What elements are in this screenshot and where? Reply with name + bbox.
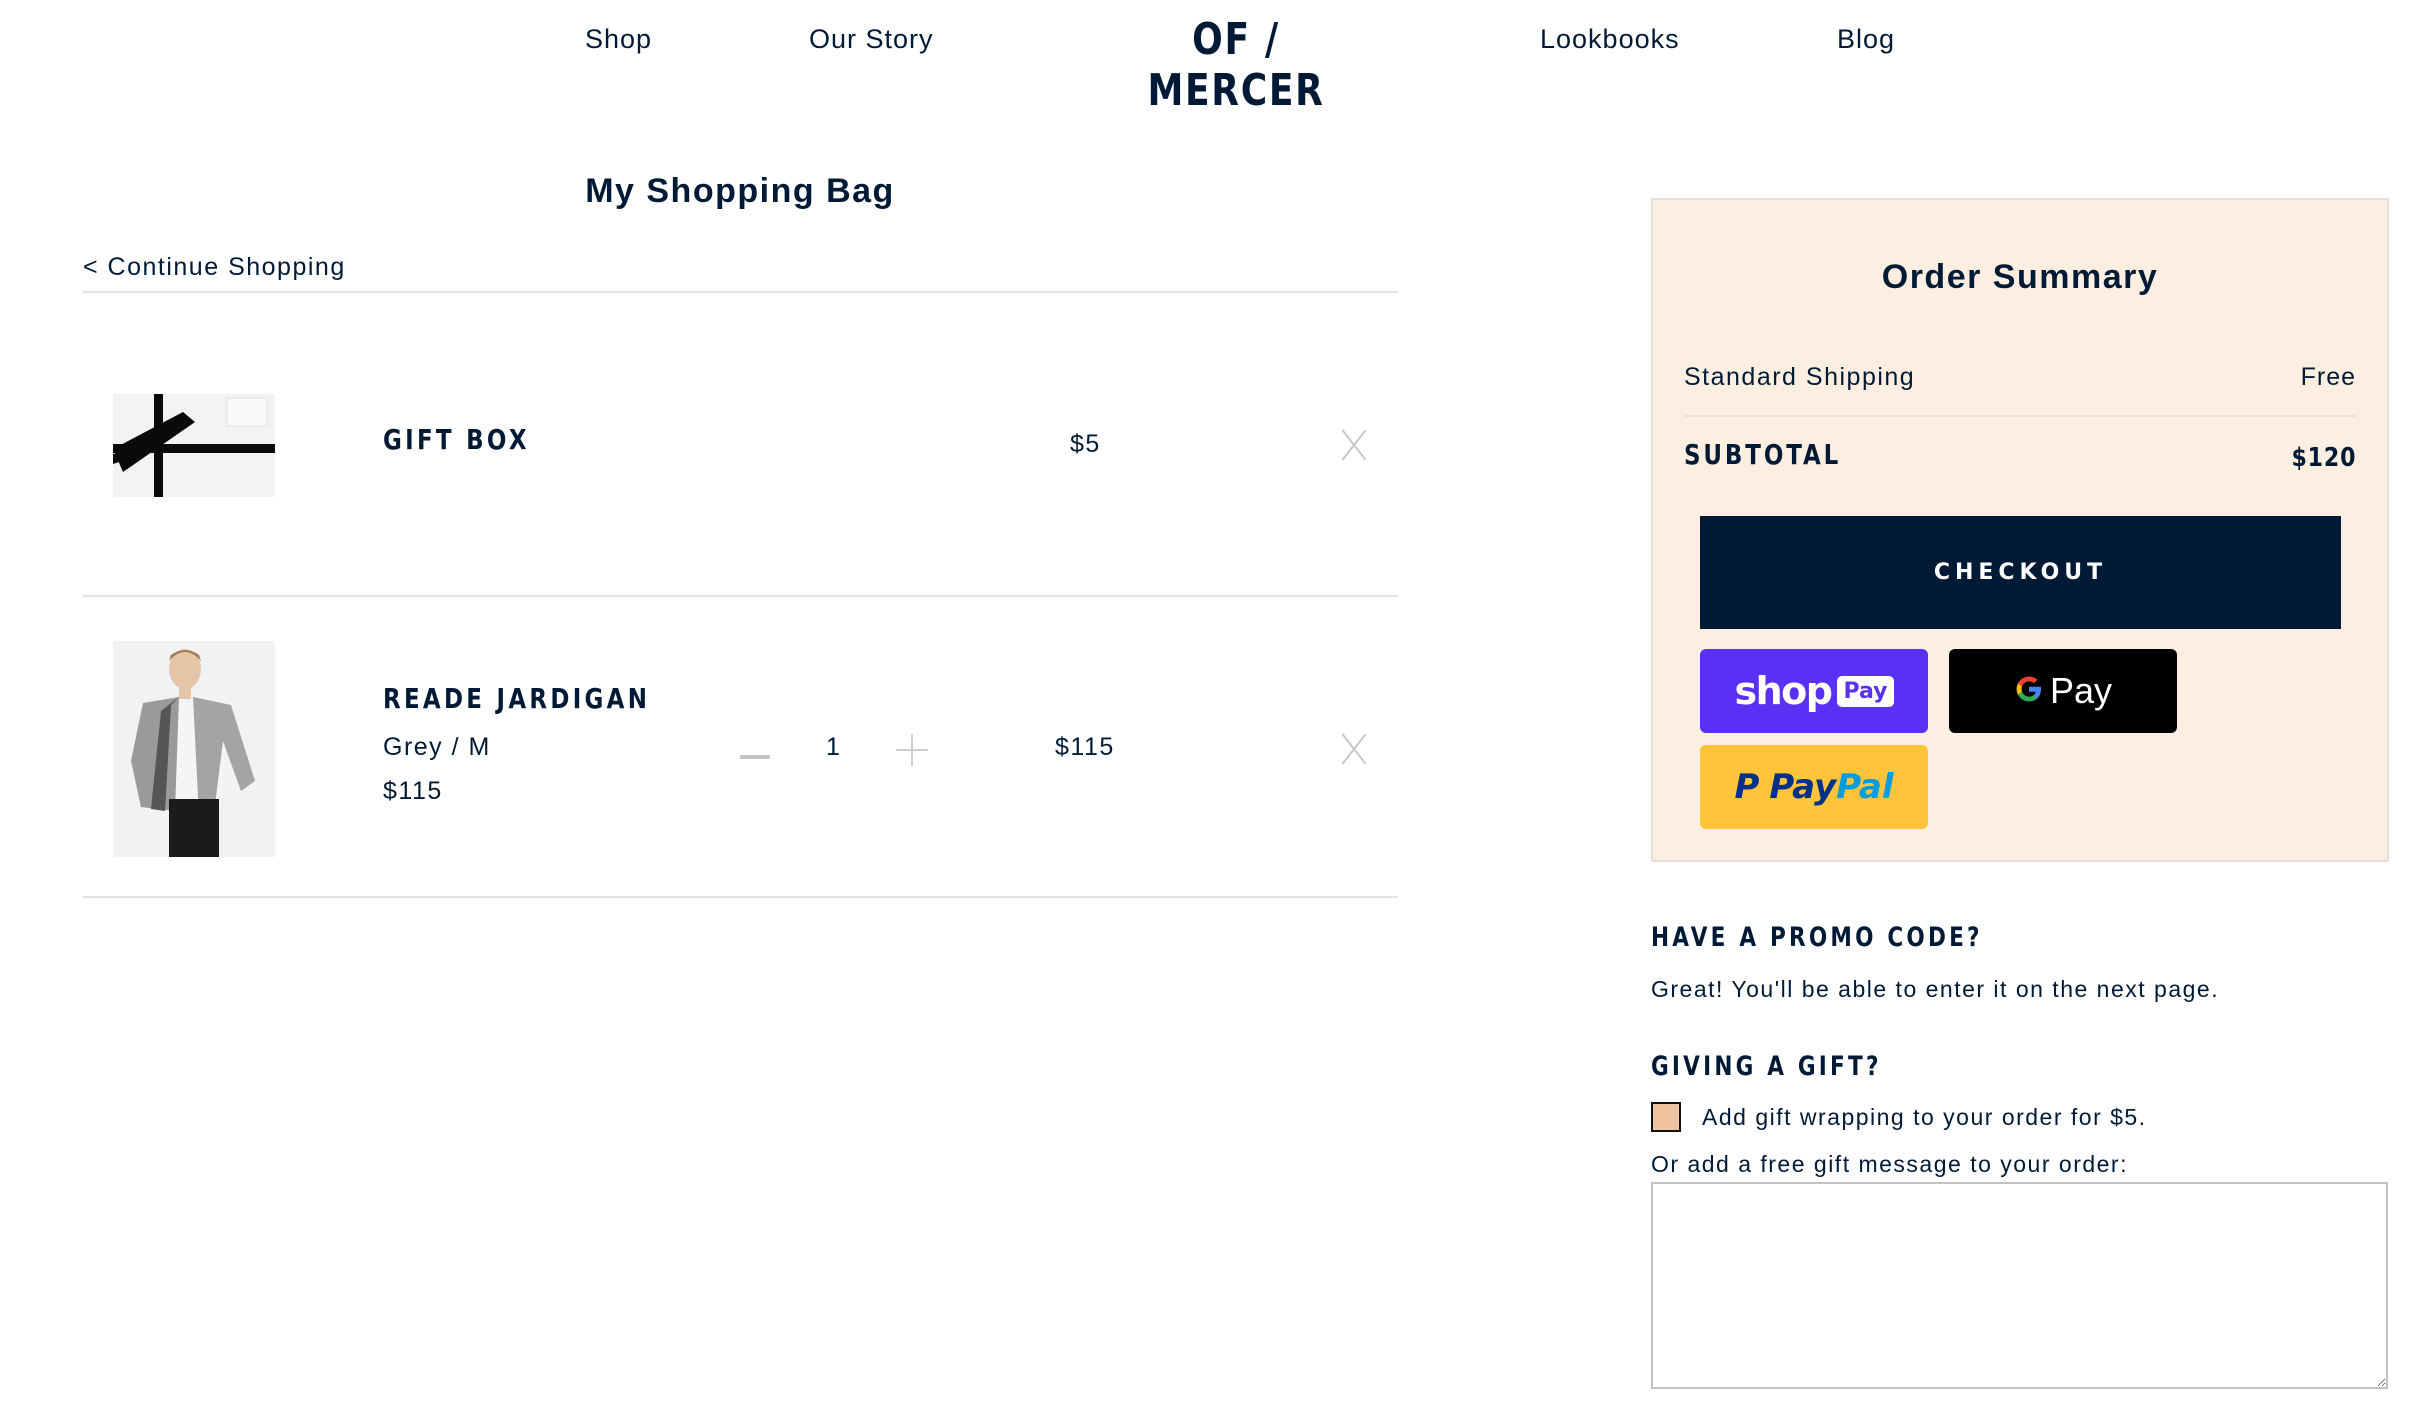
quantity-input[interactable]: 1 (818, 733, 848, 762)
remove-item-icon[interactable] (1339, 734, 1369, 764)
google-g-icon (2014, 674, 2044, 709)
gift-wrap-label[interactable]: Add gift wrapping to your order for $5. (1702, 1104, 2147, 1131)
item-line-price: $5 (1070, 430, 1101, 458)
brand-logo[interactable]: OF / MERCER (1135, 14, 1337, 116)
divider (83, 595, 1398, 597)
checkout-button[interactable]: CHECKOUT (1700, 516, 2341, 629)
gift-box-image[interactable] (113, 394, 275, 497)
nav-lookbooks[interactable]: Lookbooks (1540, 24, 1680, 55)
order-summary: Order Summary Standard Shipping Free SUB… (1651, 198, 2389, 862)
nav-shop[interactable]: Shop (585, 24, 652, 55)
shipping-value: Free (2300, 363, 2356, 391)
page-title: My Shopping Bag (585, 172, 895, 210)
gift-wrap-checkbox[interactable] (1651, 1102, 1681, 1132)
paypal-button[interactable]: P Pay Pal (1700, 745, 1928, 829)
shop-pay-badge: Pay (1837, 675, 1894, 707)
subtotal-label: SUBTOTAL (1684, 438, 1842, 471)
quantity-decrease-button[interactable] (740, 744, 770, 770)
gift-message-textarea[interactable] (1651, 1182, 2388, 1389)
item-line-price: $115 (1055, 733, 1115, 761)
model-photo-icon (113, 641, 275, 857)
divider (83, 896, 1398, 898)
shop-pay-button[interactable]: shop Pay (1700, 649, 1928, 733)
paypal-word-pal: Pal (1836, 767, 1894, 807)
google-pay-button[interactable]: Pay (1949, 649, 2177, 733)
google-pay-label: Pay (2049, 670, 2113, 711)
nav-our-story[interactable]: Our Story (809, 24, 934, 55)
promo-heading: HAVE A PROMO CODE? (1651, 922, 1983, 953)
shipping-label: Standard Shipping (1684, 363, 1916, 391)
reade-jardigan-image[interactable] (113, 641, 275, 857)
promo-text: Great! You'll be able to enter it on the… (1651, 976, 2220, 1002)
item-variant: Grey / M (383, 733, 491, 761)
quantity-increase-button[interactable] (896, 734, 928, 766)
divider (83, 291, 1398, 293)
item-name[interactable]: READE JARDIGAN (383, 682, 650, 715)
gift-heading: GIVING A GIFT? (1651, 1051, 1882, 1082)
summary-divider (1684, 415, 2356, 417)
gift-box-photo-icon (113, 394, 275, 497)
gift-message-label: Or add a free gift message to your order… (1651, 1151, 2128, 1177)
item-name[interactable]: GIFT BOX (383, 423, 530, 456)
paypal-word-pay: Pay (1769, 767, 1837, 807)
subtotal-value: $120 (2291, 443, 2356, 473)
item-unit-price: $115 (383, 777, 443, 805)
shop-pay-logo-icon: shop (1734, 669, 1832, 713)
order-summary-title: Order Summary (1881, 258, 2159, 296)
paypal-logo-icon: P (1734, 767, 1760, 807)
nav-blog[interactable]: Blog (1837, 24, 1895, 55)
remove-item-icon[interactable] (1339, 430, 1369, 460)
continue-shopping-link[interactable]: < Continue Shopping (83, 253, 346, 282)
